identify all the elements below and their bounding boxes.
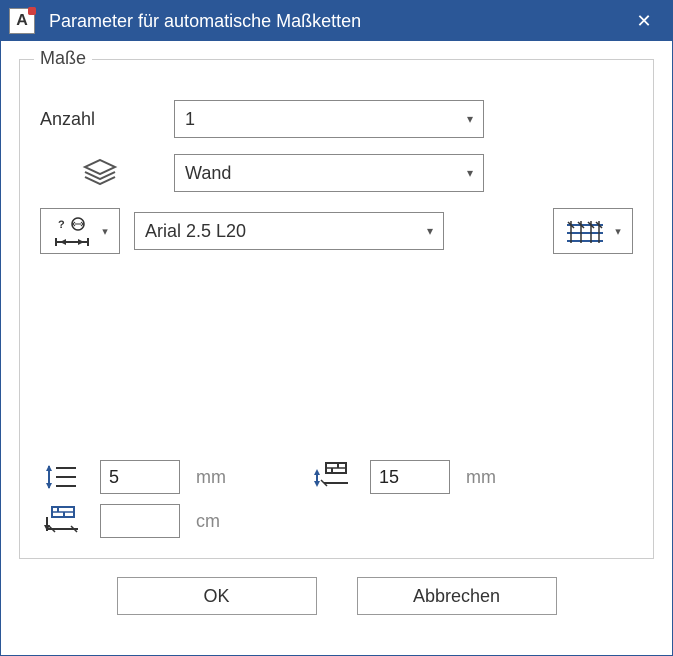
chain-style-button[interactable]: ▾	[553, 208, 633, 254]
dim-to-wall-icon	[40, 504, 80, 538]
svg-text:?: ?	[58, 219, 65, 231]
font-combo[interactable]: Arial 2.5 L20 ▾	[134, 212, 444, 250]
content-area: Maße Anzahl 1 ▾ Wan	[1, 41, 672, 627]
count-label: Anzahl	[40, 109, 160, 130]
window-title: Parameter für automatische Maßketten	[49, 11, 624, 32]
font-value: Arial 2.5 L20	[145, 221, 246, 242]
offset-input[interactable]	[370, 460, 450, 494]
row-layer: Wand ▾	[40, 154, 633, 192]
group-dimensions: Maße Anzahl 1 ▾ Wan	[19, 59, 654, 559]
offset-unit: mm	[460, 467, 520, 488]
dim-style-button[interactable]: ? ▾	[40, 208, 120, 254]
line-spacing-icon	[40, 460, 80, 494]
chevron-down-icon: ▾	[615, 225, 621, 238]
spacing-unit: mm	[190, 467, 250, 488]
dialog-window: A Parameter für automatische Maßketten ✕…	[0, 0, 673, 656]
button-row: OK Abbrechen	[19, 577, 654, 615]
third-input[interactable]	[100, 504, 180, 538]
ok-button[interactable]: OK	[117, 577, 317, 615]
chevron-down-icon: ▾	[467, 112, 473, 126]
app-icon: A	[9, 8, 35, 34]
spacing-input[interactable]	[100, 460, 180, 494]
titlebar: A Parameter für automatische Maßketten ✕	[1, 1, 672, 41]
chevron-down-icon: ▾	[427, 224, 433, 238]
wall-offset-icon	[310, 460, 350, 494]
param-grid: mm m	[40, 460, 633, 538]
layer-value: Wand	[185, 163, 231, 184]
row-style: ? ▾ Arial 2.5 L20 ▾	[40, 208, 633, 254]
chevron-down-icon: ▾	[102, 225, 108, 238]
close-button[interactable]: ✕	[624, 11, 664, 32]
third-unit: cm	[190, 511, 250, 532]
row-count: Anzahl 1 ▾	[40, 100, 633, 138]
layers-icon	[40, 158, 160, 188]
chevron-down-icon: ▾	[467, 166, 473, 180]
layer-combo[interactable]: Wand ▾	[174, 154, 484, 192]
count-combo[interactable]: 1 ▾	[174, 100, 484, 138]
cancel-button[interactable]: Abbrechen	[357, 577, 557, 615]
group-title: Maße	[34, 48, 92, 69]
count-value: 1	[185, 109, 195, 130]
